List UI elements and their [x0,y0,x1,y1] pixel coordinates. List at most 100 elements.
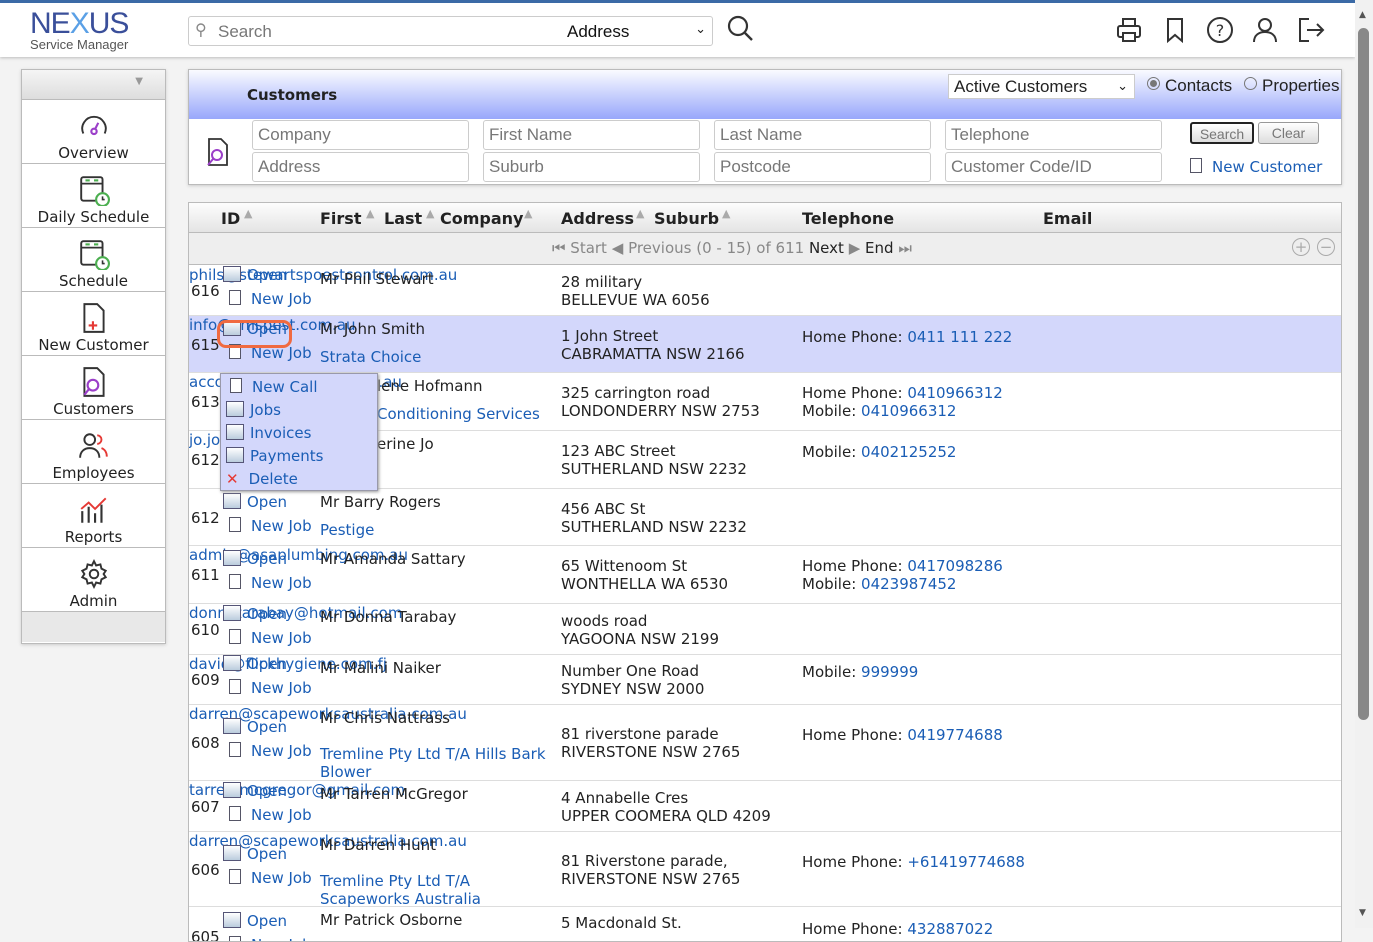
company-input[interactable]: Company [252,120,469,150]
new-job-link[interactable]: New Job [229,628,312,647]
open-link[interactable]: Open [223,844,287,863]
open-link[interactable]: Open [223,266,287,284]
col-address[interactable]: Address [561,209,634,228]
new-job-label[interactable]: New Job [251,679,312,697]
sidebar-item-employees[interactable]: Employees [22,420,165,484]
pager-end[interactable]: End [865,239,894,257]
open-link[interactable]: Open [223,781,287,800]
new-job-link[interactable]: New Job [229,805,312,824]
company-link[interactable]: Tremline Pty Ltd T/A Hills Bark Blower [320,745,555,781]
phone-link[interactable]: 999999 [861,663,918,681]
context-menu-item-payments[interactable]: Payments [226,447,323,465]
search-button[interactable] [727,15,755,50]
help-icon[interactable]: ? [1205,15,1235,45]
company-link[interactable]: Pestige [320,521,555,539]
caret-down-icon[interactable]: ▼ [135,76,143,87]
postcode-input[interactable]: Postcode [714,152,931,182]
search-input[interactable]: Search [218,22,272,42]
phone-link[interactable]: 0419774688 [907,726,1002,744]
new-job-label[interactable]: New Job [251,517,312,535]
context-menu-label[interactable]: Delete [249,470,298,488]
last-page-icon[interactable]: ⏭ [898,239,912,257]
pager-next[interactable]: Next [809,239,844,257]
company-link[interactable]: Strata Choice [320,348,555,366]
new-job-label[interactable]: New Job [251,629,312,647]
phone-link[interactable]: 0417098286 [907,557,1002,575]
open-link[interactable]: Open [223,912,287,930]
sidebar-item-schedule[interactable]: Schedule [22,228,165,292]
sort-icon[interactable]: ▲ [366,207,374,220]
radio-contacts[interactable]: Contacts [1147,76,1232,96]
open-link[interactable]: Open [223,655,287,673]
open-label[interactable]: Open [247,782,287,800]
company-link[interactable]: Tremline Pty Ltd T/A Scapeworks Australi… [320,872,555,908]
pager-start[interactable]: Start [570,239,607,257]
suburb-input[interactable]: Suburb [483,152,700,182]
radio-properties[interactable]: Properties [1244,76,1339,96]
first-page-icon[interactable]: ⏮ [552,239,566,257]
search-icon[interactable] [727,15,755,43]
sort-icon[interactable]: ▲ [244,207,252,220]
new-job-label[interactable]: New Job [251,290,312,308]
expand-icon[interactable]: + [1292,238,1310,256]
sidebar-item-daily-schedule[interactable]: Daily Schedule [22,164,165,228]
search-button[interactable]: Search [1190,122,1254,144]
new-customer-label[interactable]: New Customer [1212,158,1322,176]
new-job-label[interactable]: New Job [251,869,312,887]
sidebar-item-overview[interactable]: Overview [22,100,165,164]
context-menu-label[interactable]: New Call [252,378,318,396]
customer-code-input[interactable]: Customer Code/ID [945,152,1162,182]
sidebar-item-admin[interactable]: Admin [22,548,165,612]
phone-link[interactable]: 432887022 [907,920,993,938]
bookmark-icon[interactable] [1160,15,1190,45]
print-icon[interactable] [1114,15,1144,45]
open-label[interactable]: Open [247,718,287,736]
phone-link[interactable]: 0410966312 [861,402,956,420]
open-label[interactable]: Open [247,605,287,623]
new-job-link[interactable]: New Job [229,290,312,308]
context-menu-item-new-call[interactable]: New Call [226,378,318,396]
telephone-input[interactable]: Telephone [945,120,1162,150]
global-search[interactable]: ⚲ Search Address ⌄ [188,16,713,46]
phone-link[interactable]: +61419774688 [907,853,1025,871]
open-link[interactable]: Open [223,718,287,736]
new-job-label[interactable]: New Job [251,806,312,824]
sort-icon[interactable]: ▲ [722,207,730,220]
open-label[interactable]: Open [247,493,287,511]
collapse-icon[interactable]: − [1317,238,1335,256]
open-link[interactable]: Open [223,492,287,511]
logout-icon[interactable] [1296,15,1326,45]
customer-status-select[interactable]: Active Customers ⌄ [948,74,1135,99]
chevron-down-icon[interactable]: ⌄ [695,21,706,37]
context-menu-label[interactable]: Invoices [250,424,311,442]
sidebar-item-customers[interactable]: Customers [22,356,165,420]
open-label[interactable]: Open [247,845,287,863]
new-job-label[interactable]: New Job [251,936,312,941]
phone-link[interactable]: 0402125252 [861,443,956,461]
first-name-input[interactable]: First Name [483,120,700,150]
logo[interactable]: NEXUS Service Manager [30,9,129,53]
new-customer-link[interactable]: New Customer [1190,158,1322,176]
context-menu-item-delete[interactable]: ✕ Delete [226,470,298,488]
context-menu-label[interactable]: Payments [250,447,323,465]
new-job-label[interactable]: New Job [251,574,312,592]
new-job-link[interactable]: New Job [229,936,312,941]
sidebar-item-new-customer[interactable]: New Customer [22,292,165,356]
scrollbar-thumb[interactable] [1358,28,1369,720]
col-first[interactable]: First [320,209,361,228]
open-label[interactable]: Open [247,266,287,284]
new-job-link[interactable]: New Job [229,679,312,697]
search-field-select[interactable]: Address [567,22,629,42]
context-menu-item-jobs[interactable]: Jobs [226,401,281,419]
sort-icon[interactable]: ▲ [524,207,532,220]
sidebar-item-reports[interactable]: Reports [22,484,165,548]
user-icon[interactable] [1250,15,1280,45]
phone-link[interactable]: 0411 111 222 [907,328,1012,346]
col-company[interactable]: Company [440,209,523,228]
last-name-input[interactable]: Last Name [714,120,931,150]
new-job-link[interactable]: New Job [229,742,312,760]
clear-button[interactable]: Clear [1258,122,1319,144]
pager-previous[interactable]: Previous [628,239,691,257]
sort-icon[interactable]: ▲ [636,207,644,220]
context-menu-label[interactable]: Jobs [250,401,281,419]
